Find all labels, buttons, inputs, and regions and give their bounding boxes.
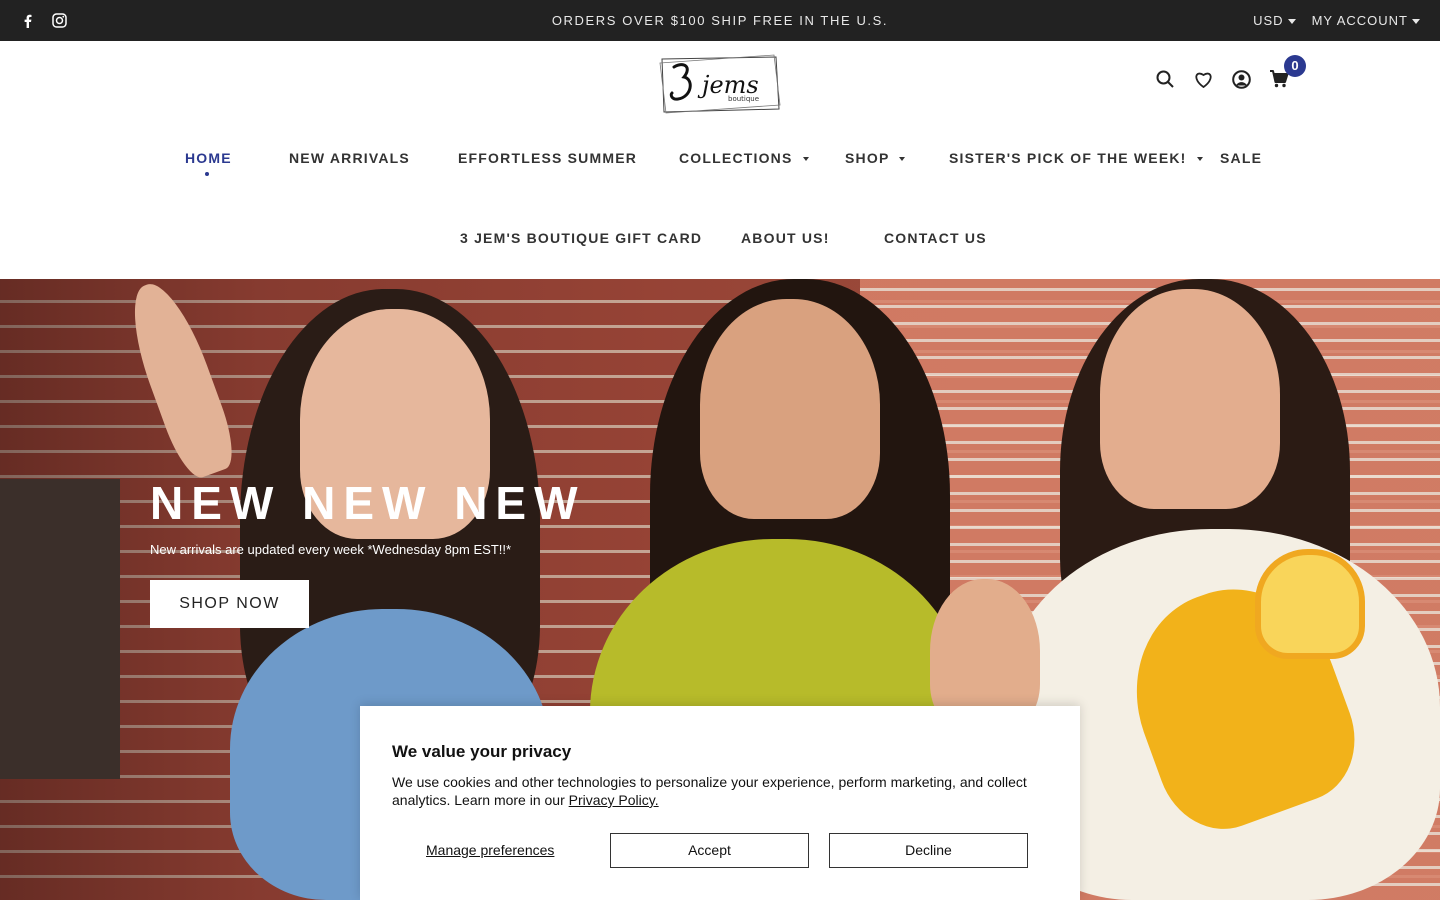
nav-sale[interactable]: SALE	[1220, 150, 1262, 166]
header-actions	[1155, 68, 1289, 90]
active-indicator	[205, 172, 209, 176]
nav-home[interactable]: HOME	[185, 150, 232, 166]
chevron-down-icon	[1412, 19, 1420, 25]
accept-button[interactable]: Accept	[610, 833, 809, 868]
announcement-bar: ORDERS OVER $100 SHIP FREE IN THE U.S. U…	[0, 0, 1440, 41]
wishlist-heart-icon[interactable]	[1193, 68, 1213, 90]
chevron-down-icon	[1287, 19, 1296, 25]
svg-text:boutique: boutique	[728, 95, 759, 103]
nav-gift-card[interactable]: 3 JEM'S BOUTIQUE GIFT CARD	[460, 230, 702, 246]
raised-arm	[117, 279, 243, 484]
dropdown-arrow-icon	[802, 157, 809, 162]
shipping-announcement: ORDERS OVER $100 SHIP FREE IN THE U.S.	[551, 13, 889, 28]
cart-count-badge: 0	[1284, 55, 1306, 77]
nav-collections[interactable]: COLLECTIONS	[679, 150, 809, 166]
manage-preferences-link[interactable]: Manage preferences	[426, 842, 554, 858]
nav-contact-us[interactable]: CONTACT US	[884, 230, 987, 246]
currency-label: USD	[1253, 13, 1284, 28]
cookie-title: We value your privacy	[392, 742, 572, 761]
nav-about-us[interactable]: ABOUT US!	[741, 230, 830, 246]
hero-subtitle: New arrivals are updated every week *Wed…	[150, 542, 512, 557]
dropdown-arrow-icon	[899, 157, 906, 162]
model-right-face	[1100, 289, 1280, 509]
hero-title: NEW NEW NEW	[150, 477, 586, 529]
shop-now-button[interactable]: SHOP NOW	[150, 580, 309, 628]
nav-shop[interactable]: SHOP	[845, 150, 906, 166]
account-user-icon[interactable]	[1231, 68, 1251, 90]
currency-selector[interactable]: USD	[1253, 13, 1296, 28]
nav-sisters-pick-label: SISTER'S PICK OF THE WEEK!	[949, 150, 1187, 166]
cookie-description: We use cookies and other technologies to…	[392, 773, 1052, 809]
account-label: MY ACCOUNT	[1311, 13, 1408, 28]
privacy-policy-link[interactable]: Privacy Policy.	[569, 792, 659, 808]
decline-button[interactable]: Decline	[829, 833, 1028, 868]
cookie-consent-banner: We value your privacy We use cookies and…	[360, 706, 1080, 900]
lemon-slice-graphic	[1255, 549, 1365, 659]
dropdown-arrow-icon	[1196, 157, 1203, 162]
cookie-text: We use cookies and other technologies to…	[392, 774, 1027, 808]
nav-new-arrivals[interactable]: NEW ARRIVALS	[289, 150, 410, 166]
my-account-menu[interactable]: MY ACCOUNT	[1312, 13, 1420, 28]
nav-collections-label: COLLECTIONS	[679, 150, 793, 166]
store-logo[interactable]: jems boutique	[658, 53, 782, 115]
nav-sisters-pick[interactable]: SISTER'S PICK OF THE WEEK!	[949, 150, 1203, 166]
topbar-right: USD MY ACCOUNT	[1253, 13, 1420, 28]
nav-shop-label: SHOP	[845, 150, 890, 166]
model-center-face	[700, 299, 880, 519]
mailbox-decor	[0, 479, 120, 779]
search-icon[interactable]	[1155, 68, 1175, 90]
nav-effortless-summer[interactable]: EFFORTLESS SUMMER	[458, 150, 637, 166]
